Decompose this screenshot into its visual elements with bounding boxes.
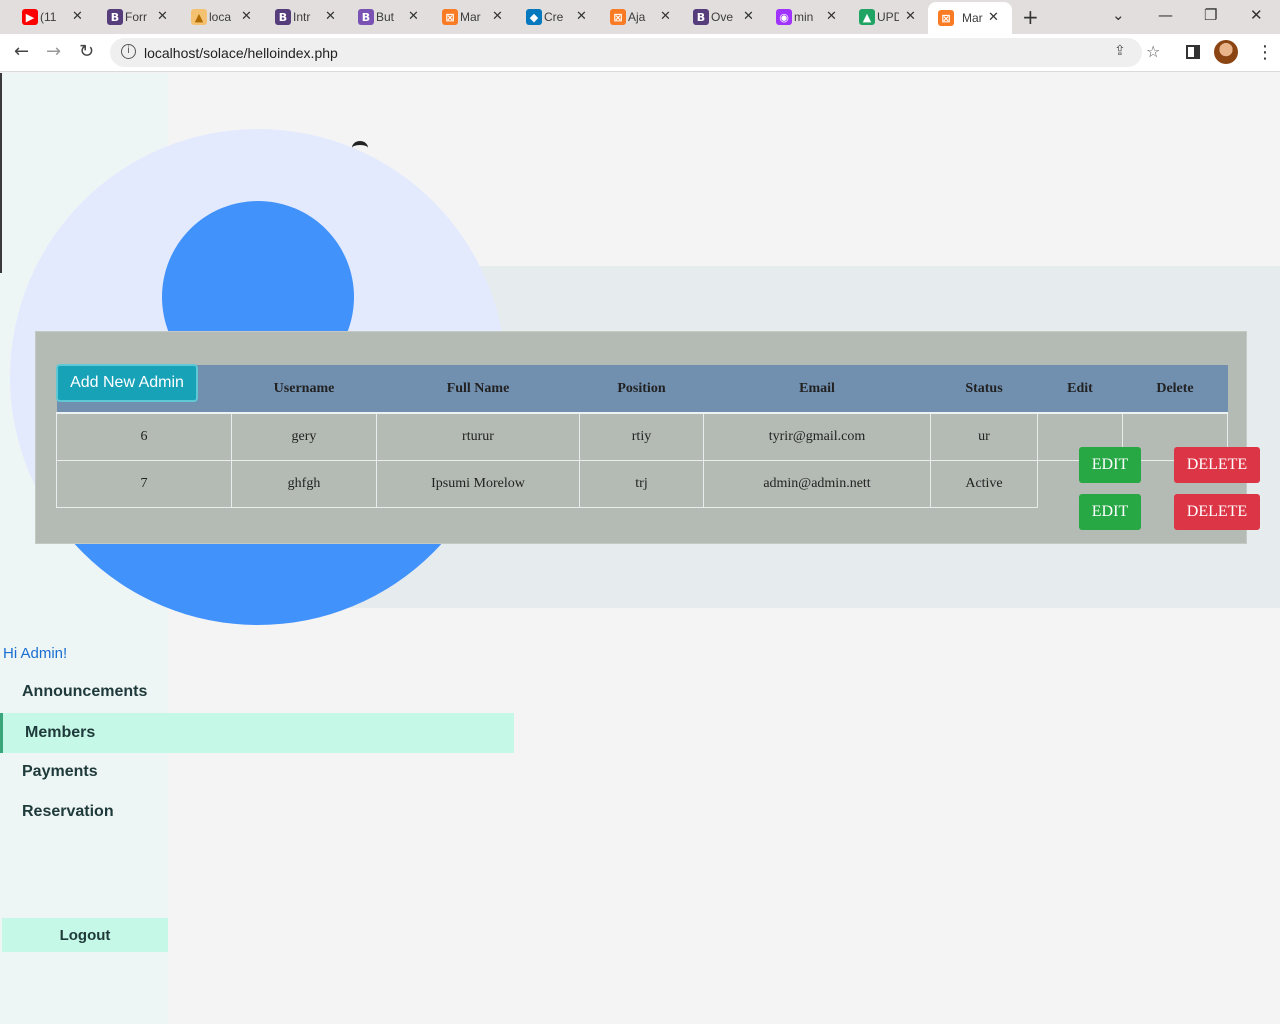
browser-menu-icon[interactable]: ⋮ <box>1256 42 1274 63</box>
column-header-username: Username <box>231 365 377 413</box>
delete-button[interactable]: DELETE <box>1174 494 1260 530</box>
share-icon[interactable]: ⇪ <box>1114 43 1126 59</box>
tab-title: Cre <box>544 10 564 24</box>
admin-table: Username Full Name Position Email Status… <box>56 365 1228 508</box>
table-row: 7 ghfgh Ipsumi Morelow trj admin@admin.n… <box>56 459 1228 508</box>
profile-avatar[interactable] <box>1214 40 1238 64</box>
xampp-icon: ⊠ <box>938 10 954 26</box>
sidebar-item-announcements[interactable]: Announcements <box>0 672 147 712</box>
bootstrap-icon: B <box>275 9 291 25</box>
tab-title: loca <box>209 10 231 24</box>
bootstrap-icon: B <box>358 9 374 25</box>
obscured-title-fragment <box>352 141 368 155</box>
close-tab-icon[interactable]: ✕ <box>988 10 1010 25</box>
column-header-position: Position <box>579 365 704 413</box>
admin-table-card: Add New Admin Username Full Name Positio… <box>35 331 1247 544</box>
site-info-icon[interactable]: i <box>121 44 136 59</box>
url-text[interactable]: localhost/solace/helloindex.php <box>144 45 338 61</box>
tab-title: UPD <box>877 10 899 24</box>
back-icon[interactable]: ← <box>14 41 29 62</box>
browser-tab[interactable]: ⊠ Mar ✕ <box>440 4 503 30</box>
tab-title: Ove <box>711 10 733 24</box>
column-header-full-name: Full Name <box>376 365 580 413</box>
tab-search-icon[interactable]: ⌄ <box>1112 6 1125 24</box>
delete-button[interactable]: DELETE <box>1174 447 1260 483</box>
page: Add New Admin Username Full Name Positio… <box>0 73 1280 1024</box>
cell-full-name: rturur <box>376 412 580 461</box>
column-header-email: Email <box>703 365 931 413</box>
close-window-icon[interactable]: ✕ <box>1250 6 1263 24</box>
browser-tab[interactable]: B But ✕ <box>356 4 419 30</box>
table-row: 6 gery rturur rtiy tyrir@gmail.com ur <box>56 412 1228 461</box>
new-tab-icon[interactable]: + <box>1022 5 1039 29</box>
column-header-status: Status <box>930 365 1038 413</box>
cell-full-name: Ipsumi Morelow <box>376 459 580 508</box>
drupal-icon: ◆ <box>526 9 542 25</box>
greeting-text: Hi Admin! <box>3 645 68 662</box>
edit-button[interactable]: EDIT <box>1079 447 1141 483</box>
browser-tab[interactable]: ◆ Cre ✕ <box>524 4 587 30</box>
tab-title: min <box>794 10 814 24</box>
tab-title: (11 <box>40 10 57 24</box>
bookmark-star-icon[interactable]: ☆ <box>1146 42 1160 61</box>
browser-toolbar: ← → ↻ i localhost/solace/helloindex.php … <box>0 34 1280 72</box>
browser-tab[interactable]: ⊠ Aja ✕ <box>608 4 671 30</box>
xampp-icon: ⊠ <box>610 9 626 25</box>
browser-tab-active[interactable]: ⊠ Mar ✕ <box>928 2 1012 34</box>
messenger-icon: ◉ <box>776 9 792 25</box>
phpmyadmin-icon: ▲ <box>191 9 207 25</box>
google-drive-icon: ▲ <box>859 9 875 25</box>
cell-position: rtiy <box>579 412 704 461</box>
youtube-icon: ▶ <box>22 9 38 25</box>
tab-title: Intr <box>293 10 311 24</box>
tab-title: Forr <box>125 10 147 24</box>
column-header-delete: Delete <box>1122 365 1228 413</box>
browser-tab[interactable]: ▲ loca ✕ <box>189 4 252 30</box>
table-header-row: Username Full Name Position Email Status… <box>56 365 1228 413</box>
cell-status: Active <box>930 459 1038 508</box>
forward-icon[interactable]: → <box>46 41 61 62</box>
tab-title: But <box>376 10 395 24</box>
side-panel-icon[interactable] <box>1186 45 1200 59</box>
cell-username: gery <box>231 412 377 461</box>
cell-id: 6 <box>56 412 232 461</box>
page-edge <box>0 73 2 273</box>
browser-tab[interactable]: B Forr ✕ <box>105 4 168 30</box>
cell-id: 7 <box>56 459 232 508</box>
tab-title: Aja <box>628 10 646 24</box>
cell-position: trj <box>579 459 704 508</box>
browser-tab[interactable]: ▶ (11 ✕ <box>20 4 83 30</box>
address-bar[interactable]: i localhost/solace/helloindex.php ⇪ ☆ <box>110 38 1160 67</box>
cell-email: tyrir@gmail.com <box>703 412 931 461</box>
browser-tab[interactable]: B Ove ✕ <box>691 4 754 30</box>
sidebar-item-reservation[interactable]: Reservation <box>0 792 114 832</box>
add-new-admin-button[interactable]: Add New Admin <box>56 364 198 402</box>
edit-button[interactable]: EDIT <box>1079 494 1141 530</box>
cell-status: ur <box>930 412 1038 461</box>
bootstrap-icon: B <box>107 9 123 25</box>
bootstrap-icon: B <box>693 9 709 25</box>
tab-title: Mar <box>962 11 983 25</box>
browser-tab[interactable]: B Intr ✕ <box>273 4 336 30</box>
cell-email: admin@admin.nett <box>703 459 931 508</box>
restore-icon[interactable]: ❐ <box>1204 6 1217 24</box>
tab-title: Mar <box>460 10 481 24</box>
sidebar-item-payments[interactable]: Payments <box>0 752 98 792</box>
browser-tab-strip: ▶ (11 ✕ B Forr ✕ ▲ loca ✕ B Intr ✕ B But… <box>0 0 1280 34</box>
cell-username: ghfgh <box>231 459 377 508</box>
browser-tab[interactable]: ▲ UPD ✕ <box>857 4 916 30</box>
sidebar-item-members[interactable]: Members <box>0 713 514 753</box>
xampp-icon: ⊠ <box>442 9 458 25</box>
browser-tab[interactable]: ◉ min ✕ <box>774 4 837 30</box>
reload-icon[interactable]: ↻ <box>79 41 94 62</box>
column-header-edit: Edit <box>1037 365 1123 413</box>
minimize-icon[interactable]: — <box>1158 6 1173 24</box>
logout-button[interactable]: Logout <box>2 918 168 952</box>
